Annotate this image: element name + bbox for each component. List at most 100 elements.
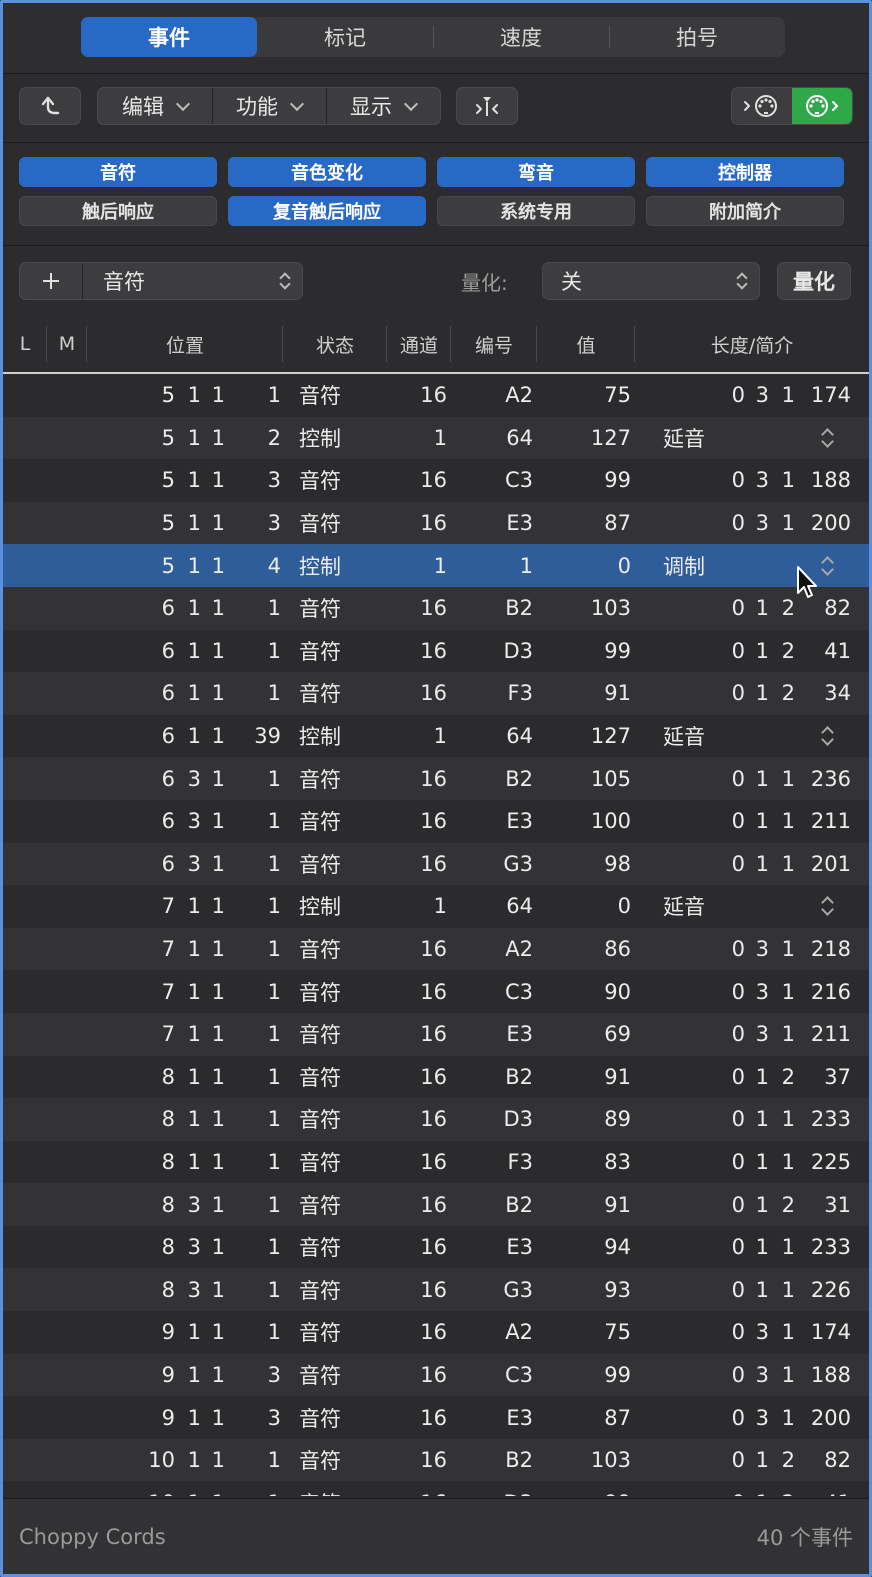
up-down-stepper-icon[interactable] xyxy=(821,725,833,747)
table-row[interactable]: 6 3 1 1 音符 16 E3 100 0 1 1 211 xyxy=(3,799,869,843)
col-header-value[interactable]: 值 xyxy=(537,316,635,372)
length-ticks: 201 xyxy=(810,851,851,876)
table-row[interactable]: 8 3 1 1 音符 16 G3 93 0 1 1 226 xyxy=(3,1268,869,1312)
tab-events[interactable]: 事件 xyxy=(81,17,257,57)
length-beats: 3 xyxy=(755,1362,769,1387)
position-tick: 1 xyxy=(267,851,281,876)
event-status: 音符 xyxy=(299,1481,379,1496)
edit-menu[interactable]: 编辑 xyxy=(98,88,212,124)
col-header-length-info[interactable]: 长度/简介 xyxy=(635,316,869,372)
table-row[interactable]: 9 1 1 3 音符 16 C3 99 0 3 1 188 xyxy=(3,1353,869,1397)
event-number: G3 xyxy=(503,851,533,876)
table-row[interactable]: 9 1 1 1 音符 16 A2 75 0 3 1 174 xyxy=(3,1311,869,1354)
filter-program-change[interactable]: 音色变化 xyxy=(228,157,426,187)
table-row[interactable]: 7 1 1 1 音符 16 C3 90 0 3 1 216 xyxy=(3,970,869,1013)
filter-poly-aftertouch[interactable]: 复音触后响应 xyxy=(228,196,426,226)
table-row[interactable]: 6 1 1 1 音符 16 D3 99 0 1 2 41 xyxy=(3,629,869,673)
position-tick: 3 xyxy=(267,511,281,536)
position-bar: 10 xyxy=(148,1448,175,1473)
table-row[interactable]: 8 1 1 1 音符 16 D3 89 0 1 1 233 xyxy=(3,1098,869,1141)
event-type-select[interactable]: 音符 xyxy=(83,263,302,299)
event-info: 延音 xyxy=(663,895,705,920)
col-header-position[interactable]: 位置 xyxy=(87,316,283,372)
event-channel: 16 xyxy=(420,1448,447,1473)
position-tick: 1 xyxy=(267,1149,281,1174)
table-row[interactable]: 6 1 1 1 音符 16 F3 91 0 1 2 34 xyxy=(3,672,869,715)
event-channel: 16 xyxy=(420,1277,447,1302)
view-menu[interactable]: 显示 xyxy=(326,88,440,124)
table-row[interactable]: 5 1 1 3 音符 16 E3 87 0 3 1 200 xyxy=(3,501,869,545)
event-number: 64 xyxy=(506,894,533,919)
table-row[interactable]: 10 1 1 1 音符 16 B2 103 0 1 2 82 xyxy=(3,1438,869,1482)
length-beats: 1 xyxy=(755,1448,769,1473)
up-down-stepper-icon[interactable] xyxy=(821,427,833,449)
functions-menu[interactable]: 功能 xyxy=(212,88,326,124)
up-down-stepper-icon[interactable] xyxy=(821,895,833,917)
length-bars: 0 xyxy=(731,511,745,536)
filter-pitch-bend[interactable]: 弯音 xyxy=(437,157,635,187)
table-row[interactable]: 5 1 1 4 控制 1 1 0 调制 xyxy=(3,544,869,587)
filter-notes[interactable]: 音符 xyxy=(19,157,217,187)
table-row[interactable]: 8 1 1 1 音符 16 B2 91 0 1 2 37 xyxy=(3,1055,869,1099)
table-row[interactable]: 10111音符16D39901241 xyxy=(3,1481,869,1496)
table-row[interactable]: 8 3 1 1 音符 16 B2 91 0 1 2 31 xyxy=(3,1183,869,1226)
table-row[interactable]: 7 1 1 1 音符 16 E3 69 0 3 1 211 xyxy=(3,1012,869,1056)
table-row[interactable]: 5 1 1 2 控制 1 64 127 延音 xyxy=(3,416,869,460)
quantize-select[interactable]: 关 xyxy=(542,262,760,300)
length-divisions: 1 xyxy=(781,1235,795,1260)
table-row[interactable]: 7 1 1 1 音符 16 A2 86 0 3 1 218 xyxy=(3,927,869,971)
position-beat: 1 xyxy=(187,511,201,536)
add-event-button[interactable] xyxy=(20,263,83,299)
table-row[interactable]: 6 3 1 1 音符 16 G3 98 0 1 1 201 xyxy=(3,842,869,886)
position-tick: 1 xyxy=(267,894,281,919)
col-header-l[interactable]: L xyxy=(3,316,47,372)
position-beat: 1 xyxy=(187,1064,201,1089)
position-division: 1 xyxy=(211,851,225,876)
event-number: E3 xyxy=(506,809,533,834)
event-value: 0 xyxy=(617,553,631,578)
length-divisions: 1 xyxy=(781,1107,795,1132)
col-header-channel[interactable]: 通道 xyxy=(387,316,451,372)
tab-tempo[interactable]: 速度 xyxy=(433,17,609,57)
position-bar: 6 xyxy=(161,724,175,749)
filter-aftertouch[interactable]: 触后响应 xyxy=(19,196,217,226)
col-header-number[interactable]: 编号 xyxy=(451,316,537,372)
table-row[interactable]: 7 1 1 1 控制 1 64 0 延音 xyxy=(3,885,869,928)
length-bars: 0 xyxy=(721,1481,745,1496)
table-row[interactable]: 6 1 1 1 音符 16 B2 103 0 1 2 82 xyxy=(3,586,869,630)
filter-sysex[interactable]: 系统专用 xyxy=(437,196,635,226)
filter-controller[interactable]: 控制器 xyxy=(646,157,844,187)
length-bars: 0 xyxy=(731,1277,745,1302)
position-beat: 1 xyxy=(187,979,201,1004)
col-header-m[interactable]: M xyxy=(47,316,87,372)
table-row[interactable]: 8 1 1 1 音符 16 F3 83 0 1 1 225 xyxy=(3,1140,869,1184)
position-bar: 8 xyxy=(161,1064,175,1089)
col-header-status[interactable]: 状态 xyxy=(283,316,387,372)
table-row[interactable]: 6 1 1 39 控制 1 64 127 延音 xyxy=(3,714,869,758)
table-row[interactable]: 5 1 1 1 音符 16 A2 75 0 3 1 174 xyxy=(3,374,869,417)
up-level-button[interactable] xyxy=(19,87,81,125)
quantize-button[interactable]: 量化 xyxy=(777,262,851,300)
up-down-stepper-icon[interactable] xyxy=(821,555,833,577)
midi-in-button[interactable] xyxy=(732,88,792,124)
table-row[interactable]: 5 1 1 3 音符 16 C3 99 0 3 1 188 xyxy=(3,459,869,502)
event-channel: 16 xyxy=(420,937,447,962)
event-channel: 16 xyxy=(420,809,447,834)
position-division: 1 xyxy=(211,1277,225,1302)
filter-meta[interactable]: 附加简介 xyxy=(646,196,844,226)
midi-out-button[interactable] xyxy=(792,88,852,124)
length-ticks: 174 xyxy=(810,1320,851,1345)
tab-signature[interactable]: 拍号 xyxy=(609,17,785,57)
length-beats: 3 xyxy=(755,383,769,408)
position-beat: 1 xyxy=(187,937,201,962)
position-division: 1 xyxy=(211,1320,225,1345)
table-row[interactable]: 8 3 1 1 音符 16 E3 94 0 1 1 233 xyxy=(3,1225,869,1269)
up-down-chevron-icon xyxy=(737,271,747,291)
length-beats: 1 xyxy=(755,1235,769,1260)
table-row[interactable]: 6 3 1 1 音符 16 B2 105 0 1 1 236 xyxy=(3,757,869,800)
table-row[interactable]: 9 1 1 3 音符 16 E3 87 0 3 1 200 xyxy=(3,1396,869,1439)
tab-markers[interactable]: 标记 xyxy=(257,17,433,57)
catch-playhead-button[interactable] xyxy=(456,87,518,125)
position-bar: 7 xyxy=(161,979,175,1004)
event-status: 音符 xyxy=(299,980,341,1005)
